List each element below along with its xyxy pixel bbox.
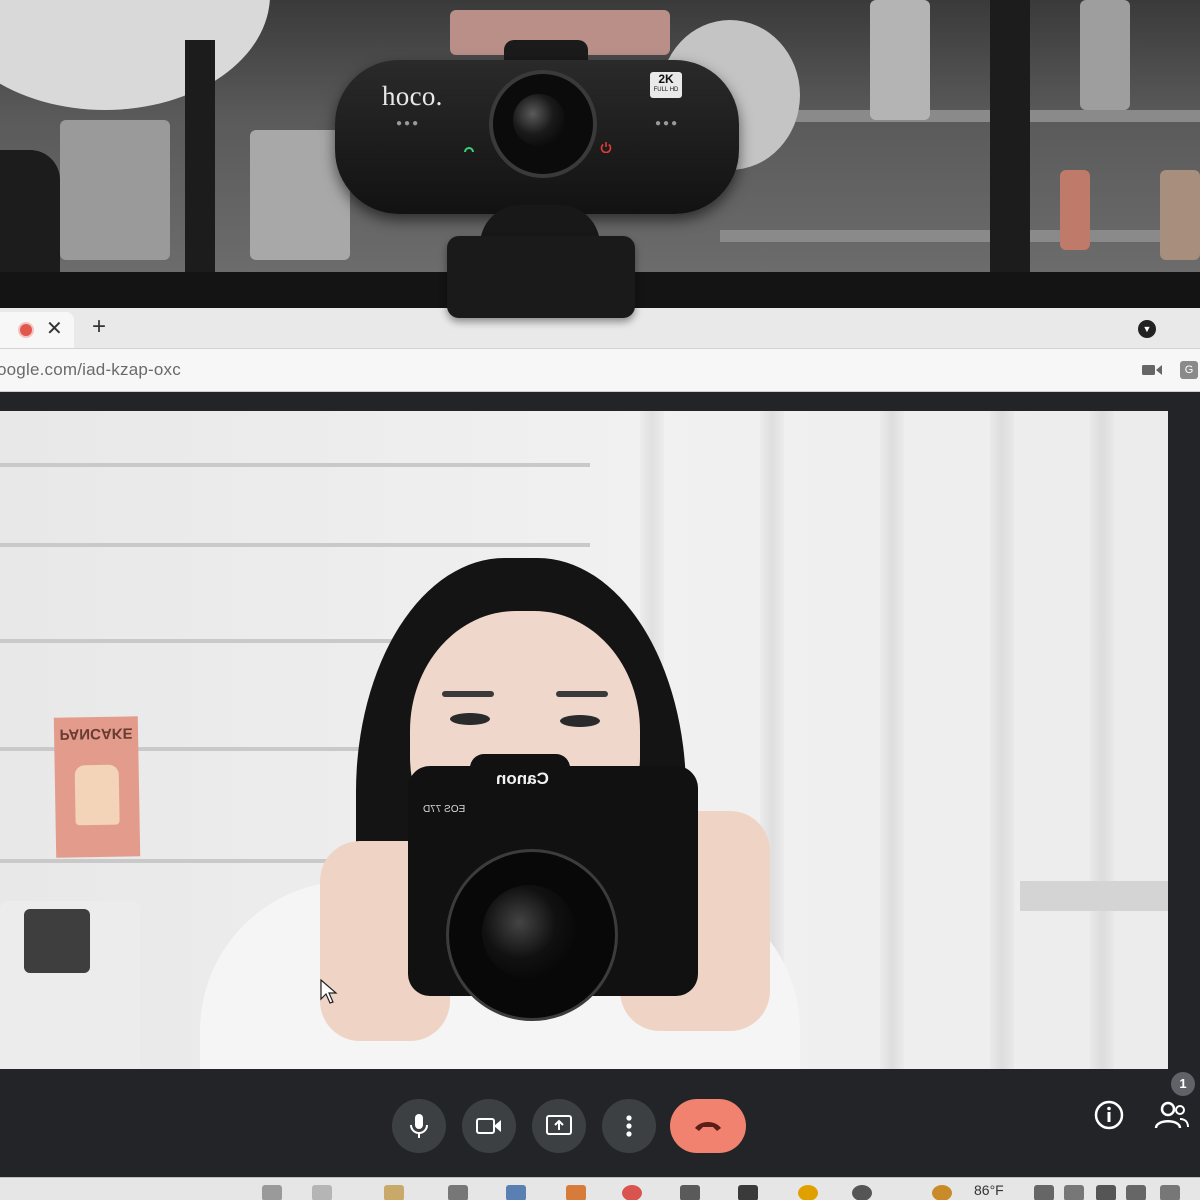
badge-full-hd: FULL HD [653,87,679,93]
microphone-button[interactable] [392,1099,446,1153]
camera-brand: Canon [496,769,549,788]
video-camera-icon[interactable] [1142,363,1162,377]
taskbar-tray-icon[interactable] [1064,1185,1084,1200]
left-eye [450,713,490,725]
taskbar-wifi-icon[interactable] [1160,1185,1180,1200]
curtain-fold [990,411,1014,1069]
webcam-status-led-icon [464,147,474,153]
webcam-mic-icon: ●●● [396,118,421,129]
webcam-resolution-badge: 2K FULL HD [650,72,682,98]
camera-lens-inner [482,885,576,979]
taskbar-folder-icon[interactable] [384,1185,404,1200]
stand-base [0,150,60,290]
url-text[interactable]: oogle.com/iad-kzap-oxc [0,360,181,380]
webcam-brand: hoco. [382,81,443,111]
browser-tab[interactable]: ✕ [0,312,74,348]
microphone-icon [410,1114,428,1138]
taskbar-app-icon[interactable] [680,1185,700,1200]
taskbar-app-icon[interactable] [738,1185,758,1200]
camera-icon [476,1118,501,1134]
box [60,120,170,260]
taskbar-weather-icon[interactable] [932,1185,952,1200]
poster-text: PANCAKE [59,724,133,743]
monitor-screen: ✕ + ▼ oogle.com/iad-kzap-oxc G PANCAKE C… [0,308,1200,1200]
taskbar-tray-icon[interactable] [1096,1185,1116,1200]
video-feed: PANCAKE Canon EOS 77D [0,411,1168,1069]
translate-icon[interactable]: G [1180,361,1198,379]
participant-count-badge: 1 [1171,1072,1195,1096]
address-bar[interactable]: oogle.com/iad-kzap-oxc G [0,349,1200,392]
taskbar-app-icon[interactable] [262,1185,282,1200]
taskbar-app-icon[interactable] [312,1185,332,1200]
camera-button[interactable] [462,1099,516,1153]
webcam-clamp [447,236,635,318]
jar [1080,0,1130,110]
table-edge [1020,881,1168,911]
pancake-stack [74,764,120,826]
wall-plank [0,463,590,467]
close-icon[interactable]: ✕ [46,318,63,340]
recording-icon [20,324,32,336]
present-screen-button[interactable] [532,1099,586,1153]
taskbar-tray-icon[interactable] [1034,1185,1054,1200]
left-eyebrow [442,691,494,697]
right-eye [560,715,600,727]
cursor-icon [320,979,338,1004]
new-tab-button[interactable]: + [92,314,106,340]
curtain-fold [1090,411,1114,1069]
taskbar: 86°F [0,1177,1200,1200]
webcam-lens [513,94,565,146]
taskbar-settings-icon[interactable] [852,1185,872,1200]
present-screen-icon [546,1115,572,1135]
hang-up-button[interactable] [670,1099,746,1153]
taskbar-chrome-icon[interactable] [798,1185,818,1200]
taskbar-temperature[interactable]: 86°F [974,1182,1004,1198]
lamp-stand [185,40,215,290]
taskbar-app-icon[interactable] [622,1185,642,1200]
badge-2k: 2K [658,72,674,86]
taskbar-app-icon[interactable] [506,1185,526,1200]
shelf [720,230,1200,242]
tab-menu-icon[interactable]: ▼ [1138,320,1156,338]
hang-up-icon [695,1122,721,1131]
bottle [1160,170,1200,260]
more-options-icon [626,1115,632,1137]
curtain-fold [880,411,904,1069]
ring-lamp [0,0,270,110]
right-eyebrow [556,691,608,697]
snack-bag [0,901,140,1069]
webcam-mic-icon: ●●● [655,118,680,129]
pancake-poster: PANCAKE [53,716,141,858]
wall-plank [0,543,590,547]
taskbar-app-icon[interactable] [566,1185,586,1200]
people-icon[interactable] [1154,1100,1190,1130]
taskbar-tray-icon[interactable] [1126,1185,1146,1200]
info-icon[interactable] [1094,1100,1124,1130]
camera-model: EOS 77D [423,804,466,815]
power-icon [600,142,612,153]
bottle [1060,170,1090,250]
taskbar-app-icon[interactable] [448,1185,468,1200]
shelf-post [990,0,1030,290]
jar [870,0,930,120]
more-options-button[interactable] [602,1099,656,1153]
snack-label [24,909,90,973]
